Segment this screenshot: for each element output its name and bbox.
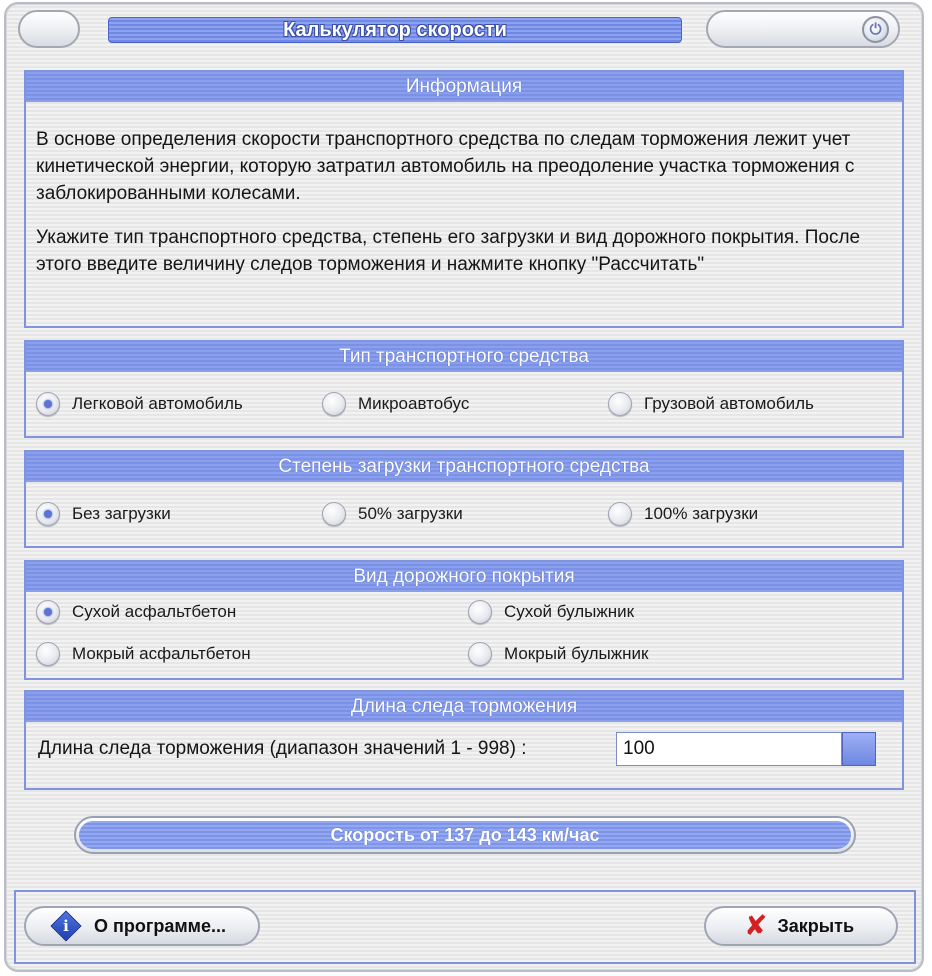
vehicle-type-panel: Тип транспортного средства Легковой авто… bbox=[24, 340, 904, 438]
result-bar: Скорость от 137 до 143 км/час bbox=[74, 816, 856, 854]
info-paragraph-2: Укажите тип транспортного средства, степ… bbox=[36, 227, 861, 275]
window-title: Калькулятор скорости bbox=[283, 18, 507, 41]
about-button[interactable]: i О программе... bbox=[24, 906, 260, 946]
radio-button[interactable] bbox=[608, 502, 632, 526]
load-header: Степень загрузки транспортного средства bbox=[26, 452, 902, 482]
radio-wet-asphalt[interactable]: Мокрый асфальтбетон bbox=[36, 642, 251, 666]
info-panel-header: Информация bbox=[26, 72, 902, 102]
radio-dry-asphalt[interactable]: Сухой асфальтбетон bbox=[36, 600, 236, 624]
power-icon[interactable]: ⏻ bbox=[862, 16, 889, 43]
radio-label: Без загрузки bbox=[72, 504, 171, 523]
radio-button[interactable] bbox=[322, 392, 346, 416]
radio-label: Сухой асфальтбетон bbox=[72, 602, 237, 621]
radio-label: Легковой автомобиль bbox=[72, 394, 243, 413]
radio-button[interactable] bbox=[36, 642, 60, 666]
result-text: Скорость от 137 до 143 км/час bbox=[79, 821, 851, 849]
road-header: Вид дорожного покрытия bbox=[26, 562, 902, 592]
radio-full-load[interactable]: 100% загрузки bbox=[608, 502, 758, 526]
brake-length-spin-button[interactable] bbox=[842, 732, 876, 766]
radio-label: Мокрый булыжник bbox=[504, 644, 649, 663]
radio-truck[interactable]: Грузовой автомобиль bbox=[608, 392, 814, 416]
info-paragraph-1: В основе определения скорости транспортн… bbox=[36, 129, 855, 204]
radio-button[interactable] bbox=[36, 600, 60, 624]
radio-button[interactable] bbox=[36, 392, 60, 416]
radio-label: Мокрый асфальтбетон bbox=[72, 644, 251, 663]
close-button[interactable]: ✘ Закрыть bbox=[704, 906, 898, 946]
radio-label: 50% загрузки bbox=[358, 504, 463, 523]
title-bar[interactable]: Калькулятор скорости bbox=[108, 17, 682, 43]
titlebar-left-cap bbox=[18, 10, 80, 48]
radio-label: 100% загрузки bbox=[644, 504, 759, 523]
info-text: В основе определения скорости транспортн… bbox=[26, 102, 902, 278]
radio-button[interactable] bbox=[608, 392, 632, 416]
brake-length-panel: Длина следа торможения Длина следа тормо… bbox=[24, 690, 904, 790]
vehicle-type-header: Тип транспортного средства bbox=[26, 342, 902, 372]
about-button-label: О программе... bbox=[94, 915, 227, 936]
close-icon: ✘ bbox=[744, 910, 768, 941]
radio-label: Сухой булыжник bbox=[504, 602, 635, 621]
radio-button[interactable] bbox=[36, 502, 60, 526]
radio-button[interactable] bbox=[468, 600, 492, 624]
brake-length-input[interactable] bbox=[616, 732, 842, 766]
radio-half-load[interactable]: 50% загрузки bbox=[322, 502, 463, 526]
brake-length-header: Длина следа торможения bbox=[26, 692, 902, 722]
info-icon: i bbox=[52, 912, 80, 940]
radio-dry-cobblestone[interactable]: Сухой булыжник bbox=[468, 600, 634, 624]
radio-label: Микроавтобус bbox=[358, 394, 470, 413]
radio-wet-cobblestone[interactable]: Мокрый булыжник bbox=[468, 642, 648, 666]
load-panel: Степень загрузки транспортного средства … bbox=[24, 450, 904, 548]
radio-button[interactable] bbox=[322, 502, 346, 526]
radio-no-load[interactable]: Без загрузки bbox=[36, 502, 171, 526]
radio-passenger-car[interactable]: Легковой автомобиль bbox=[36, 392, 243, 416]
info-panel: Информация В основе определения скорости… bbox=[24, 70, 904, 328]
radio-button[interactable] bbox=[468, 642, 492, 666]
radio-minibus[interactable]: Микроавтобус bbox=[322, 392, 469, 416]
road-panel: Вид дорожного покрытия Сухой асфальтбето… bbox=[24, 560, 904, 680]
radio-label: Грузовой автомобиль bbox=[644, 394, 814, 413]
brake-length-label: Длина следа торможения (диапазон значени… bbox=[38, 738, 527, 759]
close-button-label: Закрыть bbox=[777, 915, 855, 936]
